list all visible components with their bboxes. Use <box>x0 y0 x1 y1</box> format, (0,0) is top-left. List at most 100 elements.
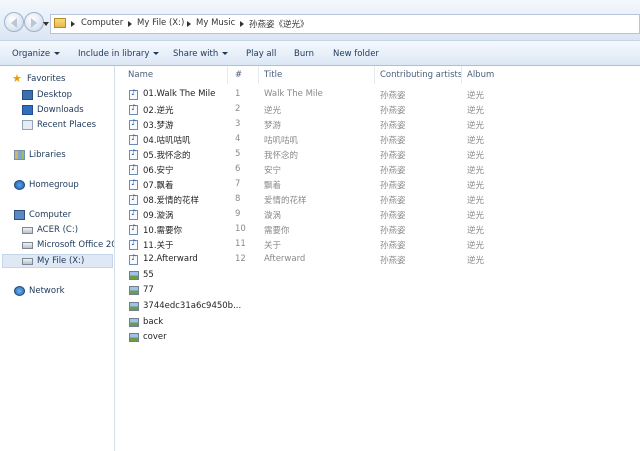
track-album: 逆光 <box>467 196 485 206</box>
table-row[interactable]: 10.需要你 10 需要你 孙燕姿 逆光 <box>127 223 640 238</box>
track-number: 2 <box>235 104 241 114</box>
breadcrumb-computer[interactable]: Computer <box>81 18 123 28</box>
file-name: 77 <box>143 285 154 295</box>
track-artist: 孙燕姿 <box>380 151 406 161</box>
column-divider[interactable] <box>227 66 228 84</box>
breadcrumb-separator-icon[interactable] <box>187 21 191 27</box>
drive-icon <box>22 242 33 249</box>
column-header-name[interactable]: Name <box>128 70 153 80</box>
nav-downloads[interactable]: Downloads <box>22 104 112 118</box>
list-item[interactable]: 3744edc31a6c9450b... <box>127 300 640 315</box>
organize-button[interactable]: Organize <box>12 49 61 59</box>
breadcrumb-separator-icon[interactable] <box>71 21 75 27</box>
nav-drive-acer[interactable]: ACER (C:) <box>22 224 112 238</box>
new-folder-button[interactable]: New folder <box>333 49 379 59</box>
nav-drive-my-file[interactable]: My File (X:) <box>2 254 113 268</box>
column-divider[interactable] <box>461 66 462 84</box>
nav-drive-office[interactable]: Microsoft Office 201 <box>22 239 114 253</box>
file-name: cover <box>143 332 167 342</box>
audio-file-icon <box>129 148 138 160</box>
track-title: 逆光 <box>264 106 282 116</box>
table-row[interactable]: 03.梦游 3 梦游 孙燕姿 逆光 <box>127 118 640 133</box>
nav-network[interactable]: Network <box>14 285 112 299</box>
track-number: 7 <box>235 179 241 189</box>
column-header-number[interactable]: # <box>235 70 242 80</box>
share-with-button[interactable]: Share with <box>173 49 229 59</box>
breadcrumb-my-music[interactable]: My Music <box>196 18 235 28</box>
address-bar-area: Computer My File (X:) My Music 孙燕姿《逆光》 <box>0 0 640 40</box>
column-header-album[interactable]: Album <box>467 70 494 80</box>
track-title: 我怀念的 <box>264 151 299 161</box>
burn-button[interactable]: Burn <box>294 49 314 59</box>
table-row[interactable]: 08.爱情的花样 8 爱情的花样 孙燕姿 逆光 <box>127 193 640 208</box>
nav-label: Libraries <box>29 150 66 160</box>
table-row[interactable]: 09.漩涡 9 漩涡 孙燕姿 逆光 <box>127 208 640 223</box>
address-bar[interactable]: Computer My File (X:) My Music 孙燕姿《逆光》 <box>50 14 640 34</box>
file-name: 02.逆光 <box>143 106 174 116</box>
include-in-library-button[interactable]: Include in library <box>78 49 160 59</box>
nav-libraries[interactable]: Libraries <box>14 149 112 163</box>
track-title: 关于 <box>264 241 282 251</box>
nav-label: Desktop <box>37 90 73 100</box>
audio-file-icon <box>129 238 138 250</box>
track-title: Walk The Mile <box>264 89 323 99</box>
table-row[interactable]: 12.Afterward 12 Afterward 孙燕姿 逆光 <box>127 253 640 268</box>
table-row[interactable]: 11.关于 11 关于 孙燕姿 逆光 <box>127 238 640 253</box>
track-album: 逆光 <box>467 91 485 101</box>
track-title: 梦游 <box>264 121 282 131</box>
play-all-button[interactable]: Play all <box>246 49 276 59</box>
history-dropdown-icon[interactable] <box>43 22 49 26</box>
track-number: 9 <box>235 209 241 219</box>
network-icon <box>14 286 25 296</box>
nav-homegroup[interactable]: Homegroup <box>14 179 112 193</box>
nav-desktop[interactable]: Desktop <box>22 89 112 103</box>
folder-icon <box>54 18 66 28</box>
file-name: 09.漩涡 <box>143 211 174 221</box>
track-album: 逆光 <box>467 136 485 146</box>
table-row[interactable]: 04.咕叽咕叽 4 咕叽咕叽 孙燕姿 逆光 <box>127 133 640 148</box>
table-row[interactable]: 01.Walk The Mile 1 Walk The Mile 孙燕姿 逆光 <box>127 88 640 103</box>
breadcrumb-my-file[interactable]: My File (X:) <box>137 18 184 28</box>
audio-file-icon <box>129 118 138 130</box>
nav-favorites[interactable]: ★ Favorites <box>12 73 112 87</box>
file-name: 07.飘着 <box>143 181 174 191</box>
table-row[interactable]: 02.逆光 2 逆光 孙燕姿 逆光 <box>127 103 640 118</box>
track-artist: 孙燕姿 <box>380 181 406 191</box>
nav-label: Network <box>29 286 65 296</box>
table-row[interactable]: 06.安宁 6 安宁 孙燕姿 逆光 <box>127 163 640 178</box>
table-row[interactable]: 05.我怀念的 5 我怀念的 孙燕姿 逆光 <box>127 148 640 163</box>
list-item[interactable]: 77 <box>127 284 640 299</box>
forward-arrow-icon <box>31 18 37 28</box>
column-header-artists[interactable]: Contributing artists <box>380 70 462 80</box>
image-file-icon <box>129 333 139 342</box>
file-name: back <box>143 317 164 327</box>
breadcrumb-separator-icon[interactable] <box>128 21 132 27</box>
column-divider[interactable] <box>258 66 259 84</box>
file-name: 10.需要你 <box>143 226 183 236</box>
breadcrumb-separator-icon[interactable] <box>240 21 244 27</box>
breadcrumb-current-folder[interactable]: 孙燕姿《逆光》 <box>249 18 309 30</box>
column-header-title[interactable]: Title <box>264 70 282 80</box>
star-icon: ★ <box>12 72 22 85</box>
column-divider[interactable] <box>374 66 375 84</box>
back-button[interactable] <box>4 12 24 32</box>
libraries-icon <box>14 150 25 160</box>
table-row[interactable]: 07.飘着 7 飘着 孙燕姿 逆光 <box>127 178 640 193</box>
nav-label: Microsoft Office 201 <box>37 240 114 250</box>
track-artist: 孙燕姿 <box>380 256 406 266</box>
track-album: 逆光 <box>467 106 485 116</box>
list-item[interactable]: back <box>127 316 640 331</box>
list-item[interactable]: cover <box>127 331 640 346</box>
file-name: 12.Afterward <box>143 254 198 264</box>
file-name: 55 <box>143 270 154 280</box>
nav-recent-places[interactable]: Recent Places <box>22 119 112 133</box>
nav-label: Downloads <box>37 105 84 115</box>
track-artist: 孙燕姿 <box>380 196 406 206</box>
track-artist: 孙燕姿 <box>380 106 406 116</box>
forward-button[interactable] <box>24 12 44 32</box>
desktop-icon <box>22 90 33 100</box>
back-arrow-icon <box>11 18 17 28</box>
nav-computer[interactable]: Computer <box>14 209 112 223</box>
track-number: 5 <box>235 149 241 159</box>
list-item[interactable]: 55 <box>127 269 640 284</box>
